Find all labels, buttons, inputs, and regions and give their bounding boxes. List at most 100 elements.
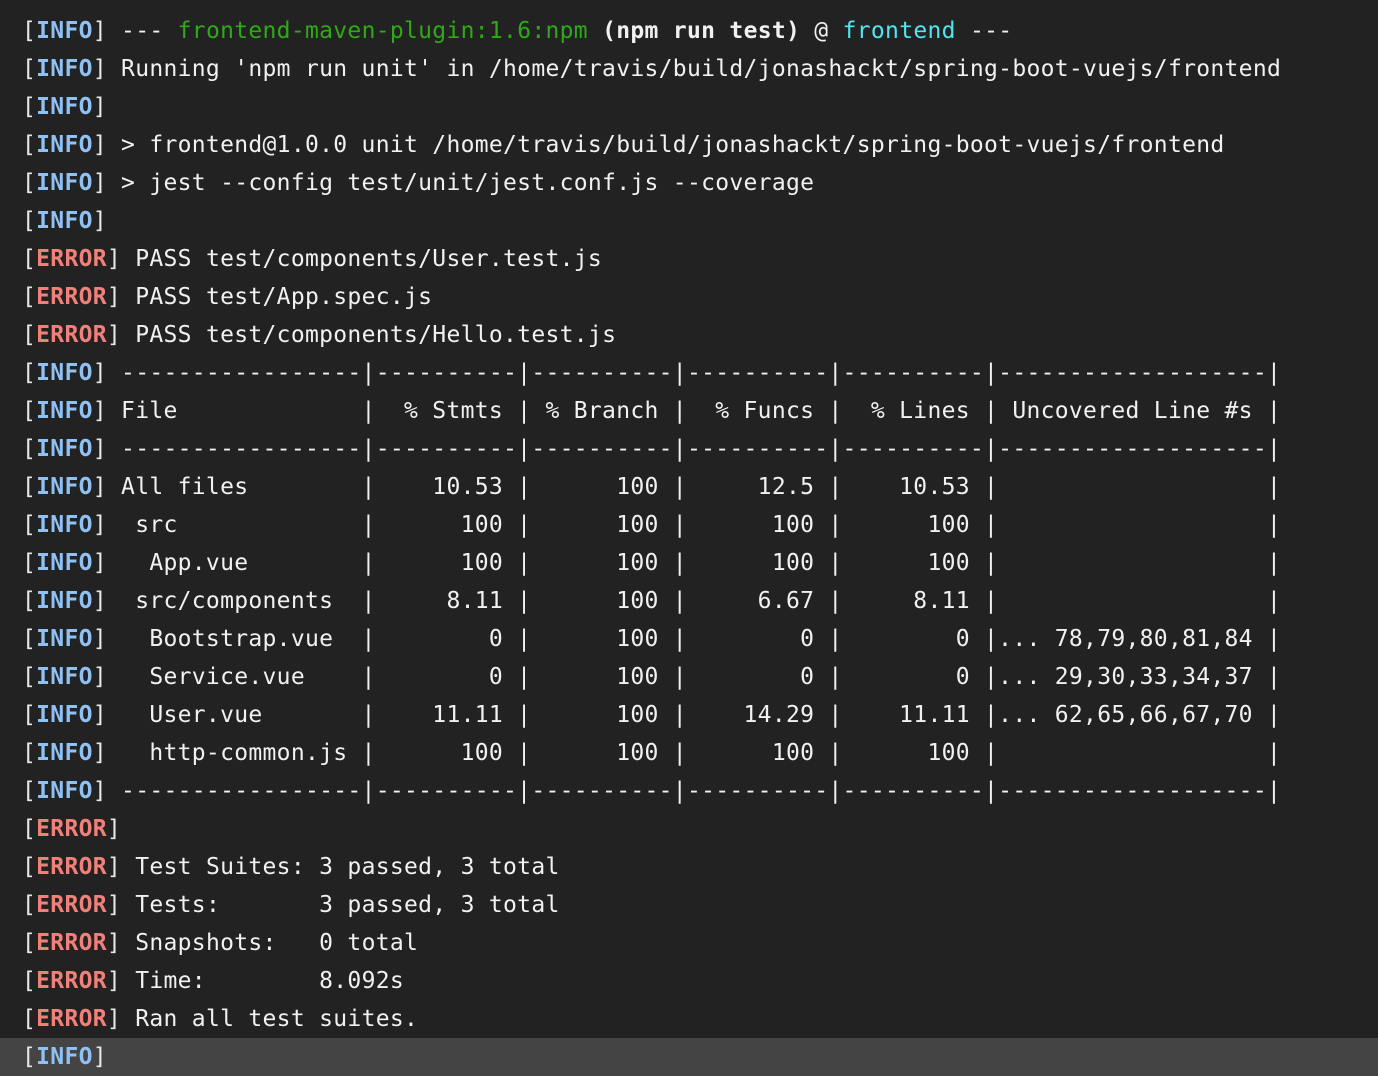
log-level: INFO bbox=[36, 18, 93, 44]
log-line: [INFO] bbox=[0, 1038, 1378, 1076]
log-line: [ERROR] Time: 8.092s bbox=[22, 962, 404, 1000]
bracket: [ bbox=[22, 778, 37, 804]
log-text: Test Suites: 3 passed, 3 total bbox=[121, 854, 560, 880]
bracket: ] bbox=[92, 436, 107, 462]
log-text: User.vue | 11.11 | 100 | 14.29 | 11.11 |… bbox=[106, 702, 1282, 728]
log-line: [ERROR] Snapshots: 0 total bbox=[22, 924, 418, 962]
log-level: ERROR bbox=[36, 816, 107, 842]
bracket: [ bbox=[22, 246, 37, 272]
log-level: ERROR bbox=[36, 1006, 107, 1032]
log-line: [INFO] All files | 10.53 | 100 | 12.5 | … bbox=[22, 468, 1281, 506]
bracket: [ bbox=[22, 968, 37, 994]
bracket: ] bbox=[92, 132, 107, 158]
log-text: src/components | 8.11 | 100 | 6.67 | 8.1… bbox=[106, 588, 1282, 614]
log-level: ERROR bbox=[36, 968, 107, 994]
log-text: frontend-maven-plugin:1.6:npm bbox=[177, 18, 588, 44]
bracket: [ bbox=[22, 702, 37, 728]
bracket: [ bbox=[22, 398, 37, 424]
log-line: [ERROR] Test Suites: 3 passed, 3 total bbox=[22, 848, 560, 886]
log-line: [INFO] File | % Stmts | % Branch | % Fun… bbox=[22, 392, 1281, 430]
bracket: [ bbox=[22, 892, 37, 918]
log-text: App.vue | 100 | 100 | 100 | 100 | | bbox=[106, 550, 1282, 576]
bracket: ] bbox=[92, 626, 107, 652]
bracket: ] bbox=[92, 208, 107, 234]
log-text: File | % Stmts | % Branch | % Funcs | % … bbox=[106, 398, 1282, 424]
bracket: [ bbox=[22, 740, 37, 766]
bracket: [ bbox=[22, 1044, 37, 1070]
bracket: ] bbox=[106, 1006, 122, 1032]
log-line: [INFO] bbox=[22, 202, 107, 240]
bracket: [ bbox=[22, 626, 37, 652]
log-level: INFO bbox=[36, 170, 93, 196]
bracket: [ bbox=[22, 360, 37, 386]
bracket: [ bbox=[22, 322, 37, 348]
bracket: [ bbox=[22, 284, 37, 310]
bracket: ] bbox=[106, 322, 122, 348]
log-text: Tests: 3 passed, 3 total bbox=[121, 892, 560, 918]
log-text: http-common.js | 100 | 100 | 100 | 100 |… bbox=[106, 740, 1282, 766]
bracket: ] bbox=[106, 246, 122, 272]
log-line: [INFO] > frontend@1.0.0 unit /home/travi… bbox=[22, 126, 1225, 164]
bracket: [ bbox=[22, 930, 37, 956]
log-line: [ERROR] PASS test/App.spec.js bbox=[22, 278, 432, 316]
log-level: ERROR bbox=[36, 892, 107, 918]
log-level: INFO bbox=[36, 702, 93, 728]
bracket: ] bbox=[92, 740, 107, 766]
log-text: Running 'npm run unit' in /home/travis/b… bbox=[106, 56, 1282, 82]
bracket: [ bbox=[22, 208, 37, 234]
log-level: INFO bbox=[36, 588, 93, 614]
bracket: ] bbox=[106, 968, 122, 994]
terminal-log: [INFO] --- frontend-maven-plugin:1.6:npm… bbox=[0, 0, 1378, 1076]
log-text: PASS test/App.spec.js bbox=[121, 284, 433, 310]
log-level: INFO bbox=[36, 1044, 93, 1070]
log-line: [ERROR] bbox=[22, 810, 121, 848]
bracket: ] bbox=[106, 854, 122, 880]
bracket: [ bbox=[22, 132, 37, 158]
bracket: [ bbox=[22, 512, 37, 538]
log-line: [INFO] http-common.js | 100 | 100 | 100 … bbox=[22, 734, 1281, 772]
bracket: [ bbox=[22, 588, 37, 614]
bracket: [ bbox=[22, 664, 37, 690]
log-level: INFO bbox=[36, 474, 93, 500]
bracket: ] bbox=[92, 170, 107, 196]
log-level: ERROR bbox=[36, 322, 107, 348]
log-level: INFO bbox=[36, 132, 93, 158]
bracket: ] bbox=[106, 892, 122, 918]
bracket: ] bbox=[92, 398, 107, 424]
log-level: INFO bbox=[36, 664, 93, 690]
log-line: [INFO] src | 100 | 100 | 100 | 100 | | bbox=[22, 506, 1281, 544]
bracket: [ bbox=[22, 854, 37, 880]
log-text: Service.vue | 0 | 100 | 0 | 0 |... 29,30… bbox=[106, 664, 1282, 690]
bracket: ] bbox=[92, 56, 107, 82]
bracket: [ bbox=[22, 94, 37, 120]
log-line: [INFO] App.vue | 100 | 100 | 100 | 100 |… bbox=[22, 544, 1281, 582]
log-level: INFO bbox=[36, 208, 93, 234]
log-level: INFO bbox=[36, 436, 93, 462]
log-level: ERROR bbox=[36, 930, 107, 956]
log-level: ERROR bbox=[36, 284, 107, 310]
bracket: ] bbox=[92, 94, 107, 120]
log-text: -----------------|----------|----------|… bbox=[106, 778, 1282, 804]
log-level: INFO bbox=[36, 550, 93, 576]
bracket: ] bbox=[92, 512, 107, 538]
bracket: [ bbox=[22, 436, 37, 462]
bracket: [ bbox=[22, 1006, 37, 1032]
log-level: INFO bbox=[36, 626, 93, 652]
log-text: @ bbox=[800, 18, 843, 44]
bracket: ] bbox=[92, 702, 107, 728]
log-level: INFO bbox=[36, 740, 93, 766]
bracket: ] bbox=[92, 550, 107, 576]
log-level: INFO bbox=[36, 778, 93, 804]
bracket: ] bbox=[106, 930, 122, 956]
log-text: > jest --config test/unit/jest.conf.js -… bbox=[106, 170, 815, 196]
log-text: Bootstrap.vue | 0 | 100 | 0 | 0 |... 78,… bbox=[106, 626, 1282, 652]
bracket: [ bbox=[22, 550, 37, 576]
log-text: -----------------|----------|----------|… bbox=[106, 436, 1282, 462]
log-text: src | 100 | 100 | 100 | 100 | | bbox=[106, 512, 1282, 538]
bracket: ] bbox=[92, 778, 107, 804]
log-text: PASS test/components/User.test.js bbox=[121, 246, 603, 272]
log-line: [INFO] bbox=[22, 88, 107, 126]
log-text: -----------------|----------|----------|… bbox=[106, 360, 1282, 386]
bracket: ] bbox=[92, 664, 107, 690]
bracket: [ bbox=[22, 170, 37, 196]
